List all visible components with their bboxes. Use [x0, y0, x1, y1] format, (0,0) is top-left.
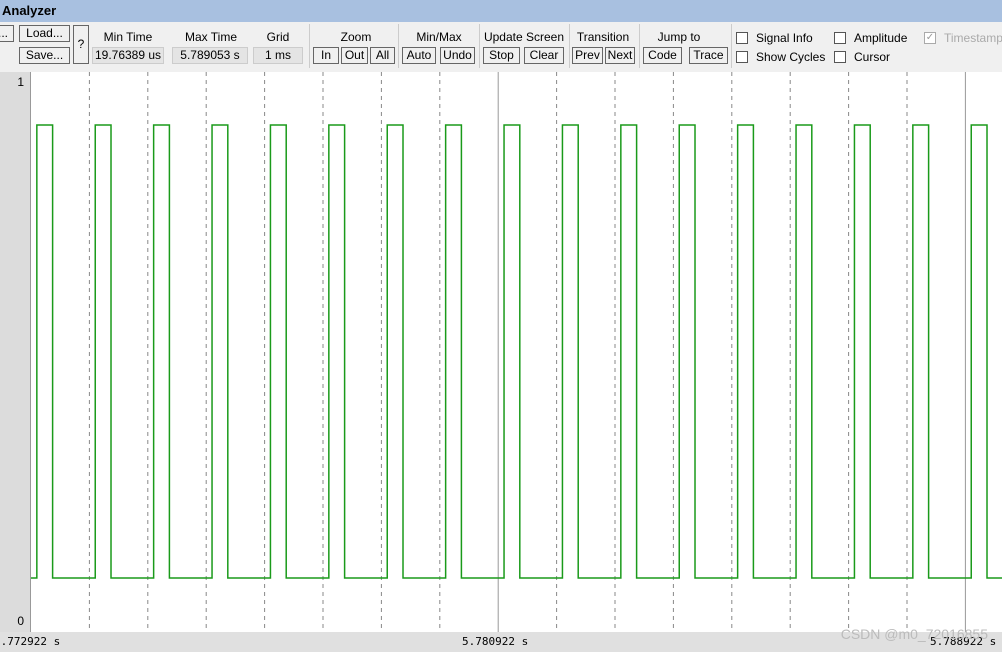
- y-axis-top-label: 1: [17, 75, 24, 89]
- show-cycles-checkbox[interactable]: [736, 51, 748, 63]
- setup-button[interactable]: ...: [0, 25, 14, 42]
- window-title: Analyzer: [0, 0, 1002, 22]
- next-button[interactable]: Next: [605, 47, 635, 64]
- code-button[interactable]: Code: [643, 47, 682, 64]
- y-axis-gutter: 1 0: [0, 72, 31, 632]
- amplitude-label: Amplitude: [854, 31, 908, 45]
- waveform-plot[interactable]: [31, 72, 1002, 632]
- cursor-checkbox[interactable]: [834, 51, 846, 63]
- zoom-out-button[interactable]: Out: [341, 47, 368, 64]
- min-time-label: Min Time: [103, 30, 153, 44]
- time-axis-left-label: 5.772922 s: [0, 635, 61, 648]
- auto-button[interactable]: Auto: [402, 47, 436, 64]
- signal-trace: [31, 124, 1002, 579]
- toolbar: ... Load... Save... ? Min Time 19.76389 …: [0, 22, 1002, 68]
- watermark: CSDN @m0_72016855: [840, 626, 988, 642]
- jump-to-label: Jump to: [657, 30, 701, 44]
- zoom-label: Zoom: [340, 30, 372, 44]
- timestamps-checkbox[interactable]: ✓: [924, 32, 936, 44]
- save-button[interactable]: Save...: [19, 47, 70, 64]
- prev-button[interactable]: Prev: [572, 47, 603, 64]
- transition-label: Transition: [576, 30, 630, 44]
- timestamps-label: Timestamps: [944, 31, 1002, 45]
- load-button[interactable]: Load...: [19, 25, 70, 42]
- y-axis-bottom-label: 0: [17, 614, 24, 628]
- zoom-in-button[interactable]: In: [313, 47, 339, 64]
- trace-button[interactable]: Trace: [689, 47, 728, 64]
- max-time-value: 5.789053 s: [172, 47, 248, 64]
- max-time-label: Max Time: [184, 30, 237, 44]
- amplitude-checkbox[interactable]: [834, 32, 846, 44]
- signal-info-label: Signal Info: [756, 31, 813, 45]
- time-axis-mid-label: 5.780922 s: [462, 635, 529, 648]
- min-time-value: 19.76389 us: [92, 47, 164, 64]
- help-button[interactable]: ?: [73, 25, 89, 64]
- stop-button[interactable]: Stop: [483, 47, 520, 64]
- signal-info-checkbox[interactable]: [736, 32, 748, 44]
- undo-button[interactable]: Undo: [440, 47, 475, 64]
- grid-label: Grid: [266, 30, 290, 44]
- cursor-label: Cursor: [854, 50, 891, 64]
- grid-value: 1 ms: [253, 47, 303, 64]
- zoom-all-button[interactable]: All: [370, 47, 395, 64]
- waveform-svg: [31, 72, 1002, 632]
- update-screen-label: Update Screen: [483, 30, 565, 44]
- minmax-label: Min/Max: [416, 30, 462, 44]
- clear-button[interactable]: Clear: [524, 47, 564, 64]
- show-cycles-label: Show Cycles: [756, 50, 826, 64]
